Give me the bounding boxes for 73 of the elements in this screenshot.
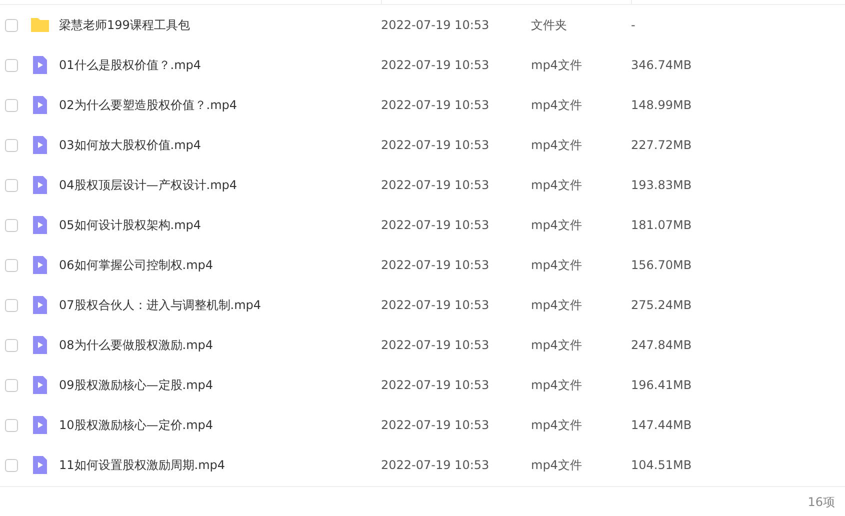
modified-date: 2022-07-19 10:53 — [381, 18, 490, 32]
file-type: mp4文件 — [531, 418, 582, 432]
modified-date: 2022-07-19 10:53 — [381, 298, 490, 312]
file-name[interactable]: 10股权激励核心—定价.mp4 — [59, 418, 214, 432]
video-file-icon — [30, 295, 50, 315]
checkbox[interactable] — [5, 458, 18, 472]
file-name[interactable]: 08为什么要做股权激励.mp4 — [59, 338, 214, 352]
modified-date: 2022-07-19 10:53 — [381, 258, 490, 272]
file-size: 247.84MB — [631, 338, 692, 352]
modified-date: 2022-07-19 10:53 — [381, 138, 490, 152]
file-size: 227.72MB — [631, 138, 692, 152]
file-size: 156.70MB — [631, 258, 692, 272]
file-type: mp4文件 — [531, 338, 582, 352]
file-type: mp4文件 — [531, 258, 582, 272]
checkbox[interactable] — [5, 258, 18, 272]
file-type: mp4文件 — [531, 458, 582, 472]
file-type: mp4文件 — [531, 138, 582, 152]
file-size: 196.41MB — [631, 378, 692, 392]
modified-date: 2022-07-19 10:53 — [381, 458, 490, 472]
item-count: 16项 — [808, 494, 835, 510]
folder-icon — [30, 15, 50, 35]
video-file-icon — [30, 255, 50, 275]
checkbox[interactable] — [5, 178, 18, 192]
modified-date: 2022-07-19 10:53 — [381, 218, 490, 232]
file-name[interactable]: 05如何设计股权架构.mp4 — [59, 218, 202, 232]
modified-date: 2022-07-19 10:53 — [381, 338, 490, 352]
file-name[interactable]: 11如何设置股权激励周期.mp4 — [59, 458, 226, 472]
video-file-icon — [30, 175, 50, 195]
file-type: mp4文件 — [531, 378, 582, 392]
checkbox[interactable] — [5, 18, 18, 32]
checkbox[interactable] — [5, 298, 18, 312]
video-file-icon — [30, 55, 50, 75]
file-size: 346.74MB — [631, 58, 692, 72]
file-type: mp4文件 — [531, 298, 582, 312]
checkbox[interactable] — [5, 218, 18, 232]
file-size: 181.07MB — [631, 218, 692, 232]
file-type: mp4文件 — [531, 58, 582, 72]
video-file-icon — [30, 95, 50, 115]
checkbox[interactable] — [5, 138, 18, 152]
file-name[interactable]: 07股权合伙人：进入与调整机制.mp4 — [59, 298, 262, 312]
checkbox[interactable] — [5, 378, 18, 392]
file-size: 193.83MB — [631, 178, 692, 192]
file-name[interactable]: 03如何放大股权价值.mp4 — [59, 138, 202, 152]
modified-date: 2022-07-19 10:53 — [381, 418, 490, 432]
file-size: 147.44MB — [631, 418, 692, 432]
file-name[interactable]: 06如何掌握公司控制权.mp4 — [59, 258, 214, 272]
file-size: 275.24MB — [631, 298, 692, 312]
file-size: - — [631, 18, 636, 32]
file-type: mp4文件 — [531, 178, 582, 192]
checkbox[interactable] — [5, 338, 18, 352]
file-type: mp4文件 — [531, 218, 582, 232]
file-type: mp4文件 — [531, 98, 582, 112]
modified-date: 2022-07-19 10:53 — [381, 178, 490, 192]
file-size: 104.51MB — [631, 458, 692, 472]
file-type: 文件夹 — [531, 18, 567, 32]
video-file-icon — [30, 215, 50, 235]
file-name[interactable]: 02为什么要塑造股权价值？.mp4 — [59, 98, 238, 112]
checkbox[interactable] — [5, 418, 18, 432]
modified-date: 2022-07-19 10:53 — [381, 58, 490, 72]
modified-date: 2022-07-19 10:53 — [381, 378, 490, 392]
video-file-icon — [30, 135, 50, 155]
file-name[interactable]: 梁慧老师199课程工具包 — [59, 18, 190, 32]
file-name[interactable]: 09股权激励核心—定股.mp4 — [59, 378, 214, 392]
checkbox[interactable] — [5, 58, 18, 72]
modified-date: 2022-07-19 10:53 — [381, 98, 490, 112]
video-file-icon — [30, 335, 50, 355]
file-name[interactable]: 04股权顶层设计—产权设计.mp4 — [59, 178, 238, 192]
video-file-icon — [30, 415, 50, 435]
file-size: 148.99MB — [631, 98, 692, 112]
file-name[interactable]: 01什么是股权价值？.mp4 — [59, 58, 202, 72]
checkbox[interactable] — [5, 98, 18, 112]
video-file-icon — [30, 375, 50, 395]
video-file-icon — [30, 455, 50, 475]
